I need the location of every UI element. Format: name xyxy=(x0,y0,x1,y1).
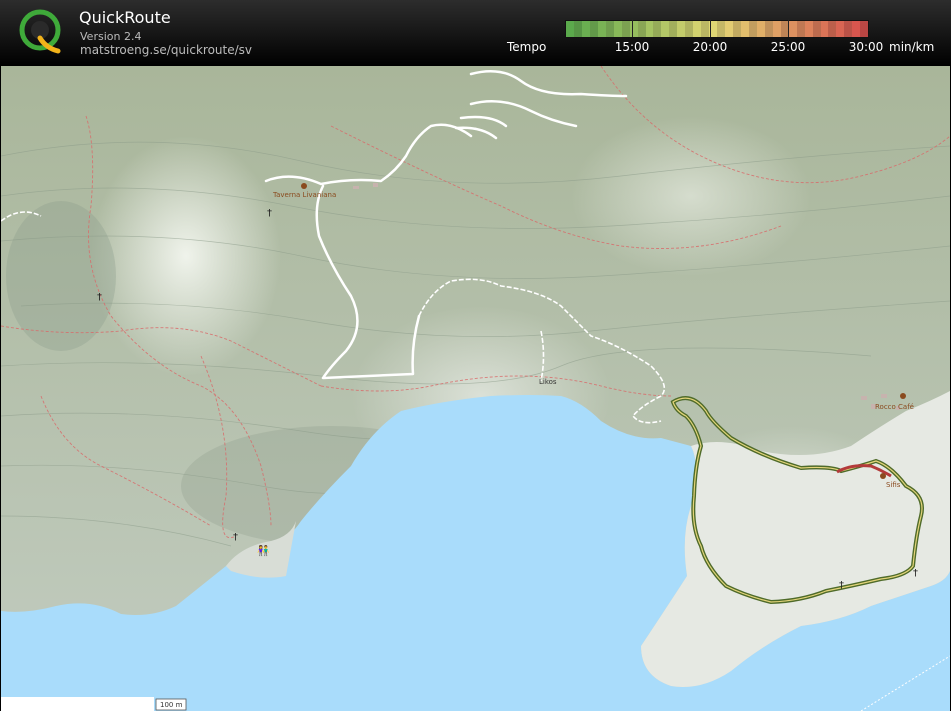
tempo-scale-cell xyxy=(589,21,598,37)
restaurant-icon xyxy=(301,183,307,189)
tempo-tick-line xyxy=(632,19,633,37)
cafe-icon xyxy=(900,393,906,399)
toilet-icon: 👫 xyxy=(257,544,270,557)
tempo-scale-cell xyxy=(812,21,821,37)
tempo-scale-cell xyxy=(852,21,861,37)
tempo-scale-cell xyxy=(581,21,590,37)
place-label-likos: Likos xyxy=(539,378,557,386)
tempo-scale-cell xyxy=(685,21,694,37)
tempo-tick-label: 15:00 xyxy=(614,40,650,54)
tempo-tick-label: 30:00 xyxy=(848,40,884,54)
tempo-scale-cell xyxy=(637,21,646,37)
tempo-scale-cell xyxy=(860,21,869,37)
tempo-scale-cell xyxy=(566,21,574,37)
place-label-taverna: Taverna Livaniana xyxy=(272,191,336,199)
tempo-legend: Tempo 15:00 20:00 25:00 30:00 min/km xyxy=(505,18,945,62)
map-footer-strip xyxy=(1,697,154,711)
tempo-scale-cell xyxy=(677,21,686,37)
tempo-unit: min/km xyxy=(889,40,935,54)
church-icon: † xyxy=(913,568,918,579)
tempo-scale-cell xyxy=(756,21,765,37)
tempo-scale-cell xyxy=(645,21,654,37)
tempo-scale-cell xyxy=(836,21,845,37)
tempo-scale-cell xyxy=(653,21,662,37)
tempo-tick-label: 20:00 xyxy=(692,40,728,54)
tempo-scale-cell xyxy=(629,21,638,37)
tempo-scale-cell xyxy=(717,21,726,37)
tempo-scale-cell xyxy=(669,21,678,37)
tempo-scale-cell xyxy=(597,21,606,37)
app-version: Version 2.4 xyxy=(80,30,142,43)
map-canvas[interactable]: † † † † † 👫 Taverna Livaniana Likos Rocc… xyxy=(1,66,950,711)
place-label-sifis: Sifis xyxy=(886,481,901,489)
tempo-tick-line xyxy=(710,19,711,37)
tempo-scale-cell xyxy=(701,21,710,37)
tempo-scale-cell xyxy=(788,21,797,37)
tempo-scale-cell xyxy=(820,21,829,37)
tempo-scale-cell xyxy=(733,21,741,37)
tempo-scale-cell xyxy=(828,21,837,37)
quickroute-logo-icon xyxy=(19,9,61,54)
tempo-color-scale xyxy=(565,20,869,38)
church-icon: † xyxy=(233,532,238,543)
route-map[interactable]: † † † † † 👫 Taverna Livaniana Likos Rocc… xyxy=(1,66,950,711)
tempo-label: Tempo xyxy=(507,40,547,54)
tempo-tick-label: 25:00 xyxy=(770,40,806,54)
tempo-scale-cell xyxy=(764,21,773,37)
tempo-scale-cell xyxy=(748,21,757,37)
church-icon: † xyxy=(839,580,844,591)
church-icon: † xyxy=(97,292,102,303)
app-website: matstroeng.se/quickroute/sv xyxy=(80,43,253,57)
tempo-scale-cell xyxy=(796,21,805,37)
tempo-scale-cell xyxy=(661,21,670,37)
tempo-tick-line xyxy=(788,19,789,37)
tempo-scale-cell xyxy=(621,21,630,37)
tempo-scale-cell xyxy=(772,21,781,37)
restaurant-icon xyxy=(880,473,886,479)
church-icon: † xyxy=(267,208,272,219)
place-label-cafe: Rocco Café xyxy=(875,403,914,411)
tempo-scale-cell xyxy=(740,21,749,37)
tempo-scale-cell xyxy=(804,21,813,37)
app-header: QuickRoute Version 2.4 matstroeng.se/qui… xyxy=(0,0,951,66)
tempo-scale-cell xyxy=(693,21,702,37)
tempo-scale-cell xyxy=(573,21,582,37)
tempo-scale-cell xyxy=(844,21,853,37)
tempo-scale-cell xyxy=(725,21,734,37)
tempo-scale-cell xyxy=(613,21,622,37)
app-title: QuickRoute xyxy=(79,8,171,27)
tempo-scale-cell xyxy=(605,21,614,37)
scale-bar-label: 100 m xyxy=(160,701,183,709)
